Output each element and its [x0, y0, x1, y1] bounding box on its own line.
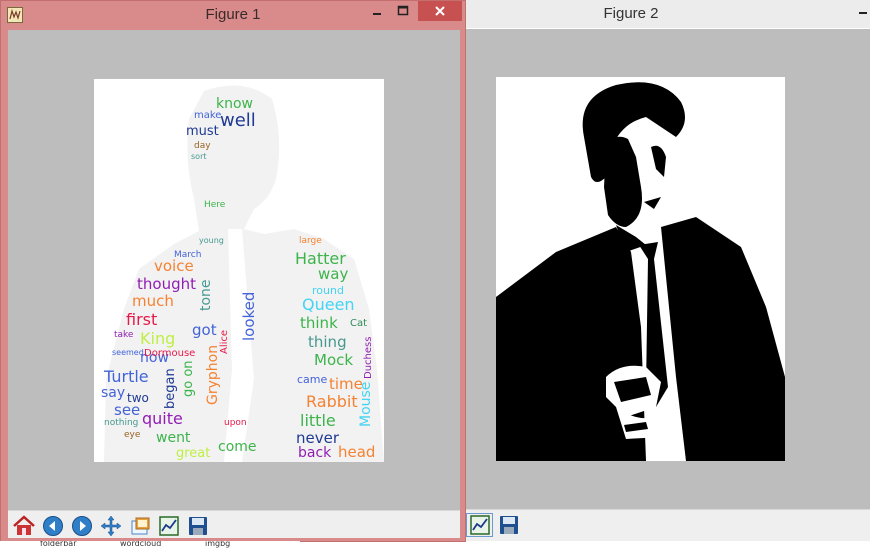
wordcloud-word-vertical: began [163, 368, 178, 409]
home-button[interactable] [10, 514, 37, 538]
subplots-icon [158, 516, 179, 536]
wordcloud-word: Dormouse [144, 348, 196, 359]
save-button[interactable] [184, 514, 211, 538]
maximize-button[interactable] [392, 1, 414, 21]
subplots-icon [469, 515, 490, 535]
minimize-button[interactable] [366, 1, 388, 21]
wordcloud-word: voice [154, 257, 194, 275]
wordcloud-word: Mock [314, 351, 354, 369]
home-icon [12, 515, 35, 535]
wordcloud-word: nothing [104, 418, 139, 428]
wordcloud-word: come [218, 439, 257, 455]
wordcloud-word: thing [308, 333, 347, 351]
wordcloud-word-vertical: go on [181, 360, 196, 397]
taskbar-item[interactable]: folderbar [40, 541, 77, 548]
figure2-toolbar [466, 509, 870, 541]
minimize-icon [373, 13, 381, 15]
wordcloud-word: young [199, 236, 224, 245]
zoom-rect-icon [131, 517, 149, 535]
figure1-titlebar[interactable]: Figure 1 [1, 1, 465, 29]
wordcloud-word: went [156, 430, 191, 446]
wordcloud-word: Queen [302, 295, 355, 314]
close-icon [435, 6, 445, 16]
wordcloud-word: little [300, 411, 336, 430]
wordcloud-word: King [140, 329, 176, 348]
taskbar-item[interactable]: wordcloud [120, 541, 161, 548]
wordcloud-image: know make well must day sort Hatter way voice rou… [94, 79, 384, 462]
wordcloud-word: know [216, 96, 253, 112]
subplots-button[interactable] [155, 514, 182, 538]
wordcloud-word-vertical: Alice [219, 329, 230, 354]
move-icon [100, 515, 121, 537]
back-arrow-icon [42, 516, 63, 536]
wordcloud-word: head [338, 443, 376, 461]
wordcloud-word: quite [142, 409, 183, 428]
wordcloud-word: large [299, 236, 322, 246]
wordcloud-word-vertical: Duchess [363, 336, 374, 379]
forward-button[interactable] [68, 514, 95, 538]
minimize-button[interactable] [856, 0, 870, 20]
wordcloud-word: got [192, 321, 217, 339]
wordcloud-word-vertical: Gryphon [205, 344, 221, 405]
zoom-button[interactable] [126, 514, 153, 538]
wordcloud-word: came [297, 373, 328, 386]
wordcloud-word: say [101, 385, 126, 401]
save-button[interactable] [495, 513, 522, 537]
taskbar-item[interactable]: imgbg [205, 541, 230, 548]
wordcloud-word: great [176, 446, 211, 461]
subplots-button[interactable] [466, 513, 493, 537]
wordcloud-word: Cat [350, 318, 368, 329]
wordcloud-word: Here [204, 200, 226, 210]
forward-arrow-icon [71, 516, 92, 536]
wordcloud-word: thought [137, 275, 196, 293]
wordcloud-word: eye [124, 430, 141, 440]
wordcloud-word: make [194, 110, 222, 121]
wordcloud-word: take [114, 330, 134, 340]
wordcloud-word: well [220, 110, 256, 131]
wordcloud-word: upon [224, 418, 247, 428]
wordcloud-word-vertical: tone [198, 279, 214, 311]
wordcloud-word: first [126, 310, 158, 329]
wordcloud-word-vertical: looked [240, 291, 258, 341]
binary-portrait-image [496, 77, 785, 461]
close-button[interactable] [418, 1, 462, 21]
wordcloud-word: March [174, 250, 202, 260]
minimize-icon [859, 12, 867, 14]
wordcloud-word: must [186, 124, 219, 139]
wordcloud-word-vertical: Mouse [358, 381, 374, 427]
wordcloud-word: seemed [112, 348, 144, 357]
wordcloud-word: way [318, 265, 349, 283]
taskbar-strip: folderbar wordcloud imgbg [0, 541, 300, 548]
wordcloud-word: Turtle [104, 367, 149, 386]
wordcloud-word: much [132, 292, 174, 310]
wordcloud-word: never [296, 429, 340, 447]
portrait-silhouette [496, 82, 785, 461]
wordcloud-word: Rabbit [306, 392, 358, 411]
maximize-icon [397, 5, 409, 16]
figure2-titlebar[interactable]: Figure 2 [466, 0, 870, 28]
wordcloud-word: day [194, 141, 211, 151]
pan-button[interactable] [97, 514, 124, 538]
back-button[interactable] [39, 514, 66, 538]
floppy-icon [188, 517, 207, 535]
figure1-window[interactable]: Figure 1 know make well must day sort Hatter wa… [0, 0, 466, 542]
figure1-canvas[interactable]: know make well must day sort Hatter way voice rou… [8, 30, 460, 510]
figure1-toolbar [8, 510, 460, 538]
wordcloud-word: see [114, 401, 141, 419]
figure2-window[interactable]: Figure 2 [466, 0, 870, 548]
wordcloud-word: back [298, 445, 332, 461]
wordcloud-word: sort [191, 152, 207, 161]
floppy-icon [499, 516, 518, 534]
window-title: Figure 2 [603, 5, 659, 22]
wordcloud-word: think [300, 314, 338, 332]
figure2-canvas[interactable] [466, 29, 870, 509]
